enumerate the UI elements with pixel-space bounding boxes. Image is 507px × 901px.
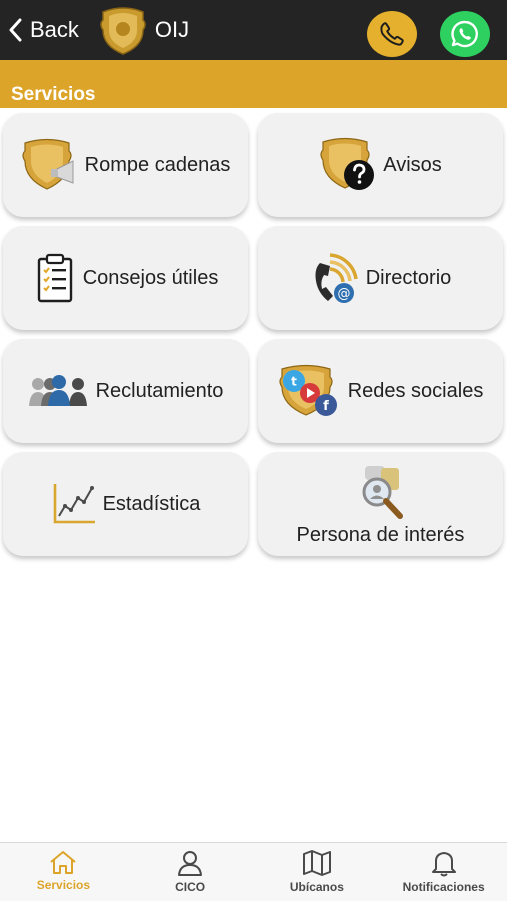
service-consejos-utiles[interactable]: Consejos útiles (3, 226, 248, 330)
service-label: Redes sociales (347, 379, 484, 402)
service-estadistica[interactable]: Estadística (3, 452, 248, 556)
nav-ubicanos[interactable]: Ubícanos (254, 843, 381, 901)
nav-servicios[interactable]: Servicios (0, 843, 127, 901)
service-label: Avisos (383, 153, 442, 176)
section-bar: Servicios (0, 60, 507, 108)
svg-text:f: f (323, 399, 329, 414)
oij-logo: OIJ (97, 4, 189, 56)
badge-social-icon: t f (278, 363, 342, 419)
whatsapp-icon (451, 20, 478, 48)
service-directorio[interactable]: @ Directorio (258, 226, 503, 330)
badge-question-icon (319, 136, 377, 194)
call-button[interactable] (367, 11, 417, 57)
chevron-left-icon (9, 18, 22, 42)
back-button[interactable]: Back (8, 17, 79, 43)
service-label: Consejos útiles (82, 266, 219, 289)
back-label: Back (30, 17, 79, 42)
top-bar: Back OIJ (0, 0, 507, 60)
service-avisos[interactable]: Avisos (258, 113, 503, 217)
svg-text:@: @ (337, 287, 350, 302)
map-icon (302, 850, 331, 876)
service-redes-sociales[interactable]: t f Redes sociales (258, 339, 503, 443)
whatsapp-button[interactable] (440, 11, 490, 57)
nav-label: Ubícanos (289, 880, 344, 894)
section-title: Servicios (11, 84, 96, 105)
bottom-nav: Servicios CICO Ubícanos Notificaciones (0, 842, 507, 901)
people-group-icon (28, 374, 90, 408)
svg-text:t: t (291, 375, 297, 389)
clipboard-checklist-icon (33, 253, 77, 303)
service-rompe-cadenas[interactable]: Rompe cadenas (3, 113, 248, 217)
nav-label: CICO (175, 880, 206, 894)
badge-megaphone-icon (21, 137, 79, 193)
service-reclutamiento[interactable]: Reclutamiento (3, 339, 248, 443)
home-icon (50, 851, 77, 874)
brand-title: OIJ (154, 17, 190, 42)
magnifier-person-icon (357, 462, 405, 520)
bell-icon (431, 852, 456, 877)
line-chart-icon (51, 482, 97, 526)
user-icon (178, 851, 203, 876)
nav-cico[interactable]: CICO (127, 843, 254, 901)
phone-email-icon: @ (310, 249, 360, 307)
service-persona-de-interes[interactable]: Persona de interés (258, 452, 503, 556)
phone-icon (380, 22, 404, 46)
services-grid: Rompe cadenas Avisos Consejos útiles @ D… (0, 108, 507, 568)
oij-badge-icon (100, 7, 146, 55)
nav-notificaciones[interactable]: Notificaciones (380, 843, 507, 901)
service-label: Estadística (102, 492, 201, 515)
nav-label: Notificaciones (402, 880, 485, 894)
service-label: Directorio (365, 266, 452, 289)
nav-label: Servicios (36, 878, 91, 892)
service-label: Persona de interés (296, 523, 465, 546)
service-label: Rompe cadenas (84, 153, 231, 176)
service-label: Reclutamiento (95, 379, 224, 402)
